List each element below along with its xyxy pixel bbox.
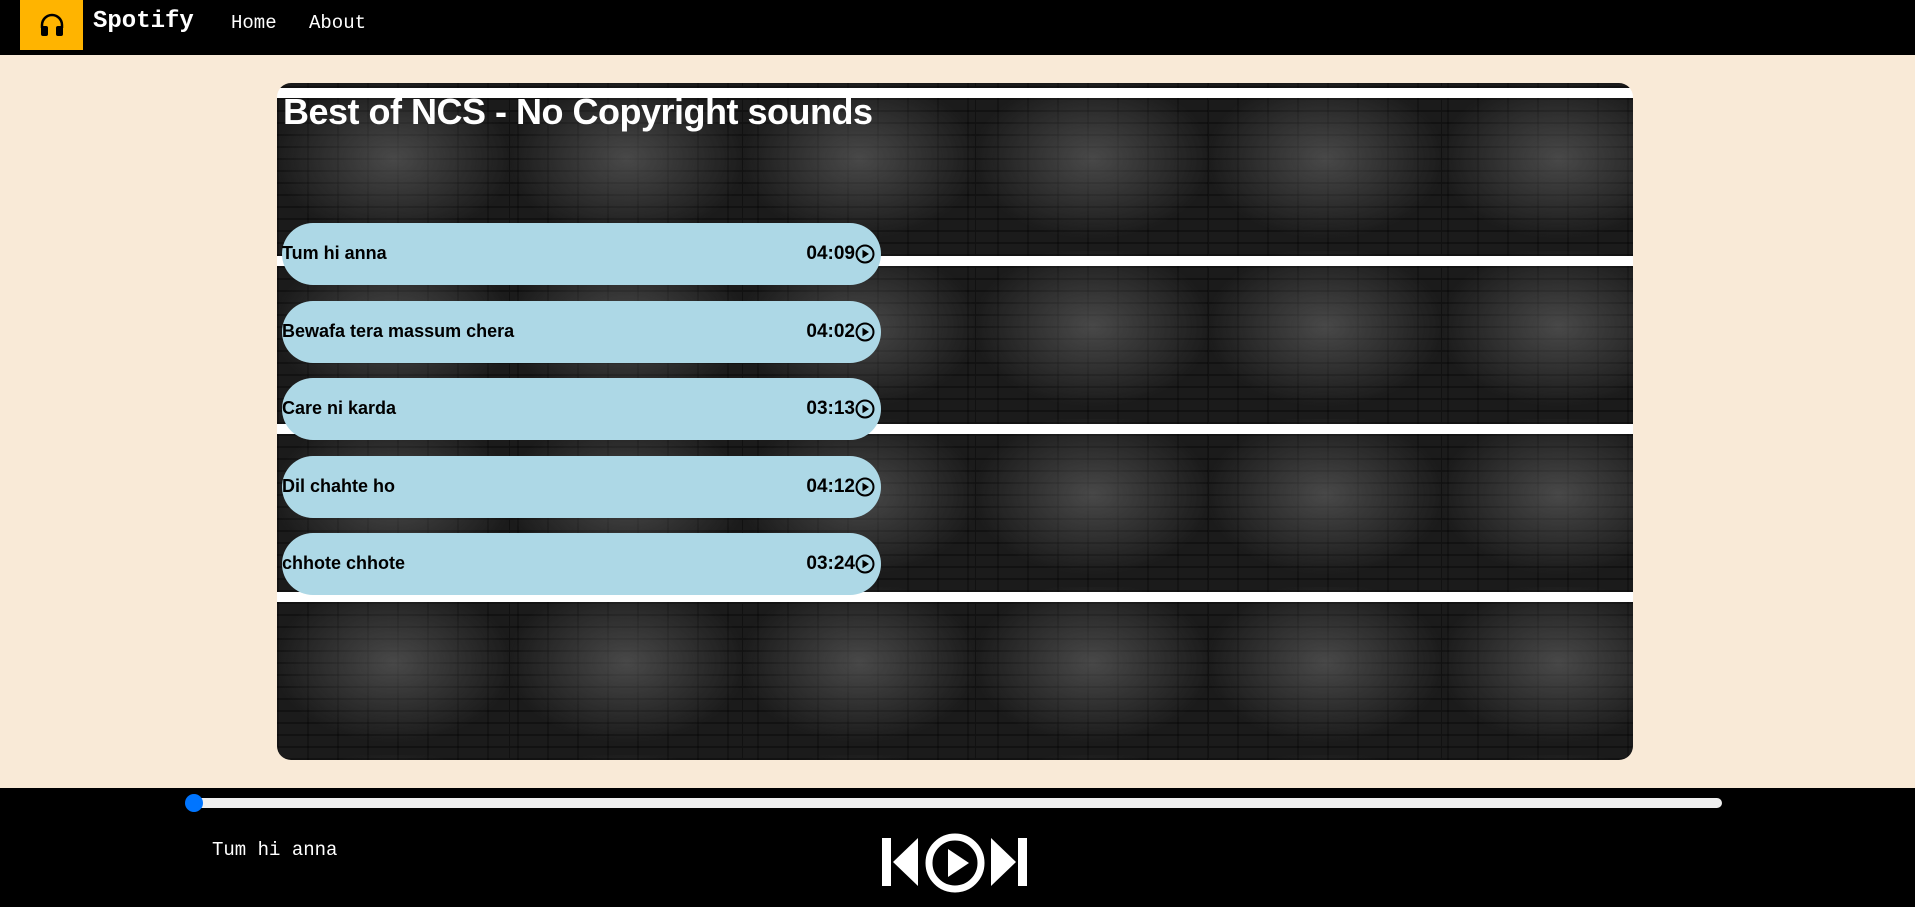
- brand-name[interactable]: Spotify: [93, 8, 194, 35]
- song-duration: 03:24: [806, 553, 855, 574]
- next-icon[interactable]: [989, 836, 1029, 888]
- play-circle-icon[interactable]: [855, 244, 875, 264]
- play-circle-icon[interactable]: [855, 399, 875, 419]
- song-duration: 04:12: [806, 476, 855, 497]
- playlist-container: Best of NCS - No Copyright sounds Tum hi…: [277, 83, 1633, 760]
- song-name: Care ni karda: [282, 398, 397, 418]
- nav-home-link[interactable]: Home: [231, 12, 277, 34]
- play-circle-icon[interactable]: [855, 477, 875, 497]
- player-controls: [880, 832, 1030, 896]
- play-icon[interactable]: [924, 832, 986, 894]
- progress-thumb[interactable]: [185, 794, 203, 812]
- play-circle-icon[interactable]: [855, 322, 875, 342]
- playlist-title: Best of NCS - No Copyright sounds: [283, 91, 873, 132]
- song-name: Bewafa tera massum chera: [282, 321, 515, 341]
- song-item[interactable]: Dil chahte ho 04:12: [282, 456, 881, 518]
- song-item[interactable]: Tum hi anna 04:09: [282, 223, 881, 285]
- song-name: Dil chahte ho: [282, 476, 396, 496]
- song-duration: 04:09: [806, 243, 855, 264]
- headphones-icon: [40, 13, 63, 36]
- song-item[interactable]: Care ni karda 03:13: [282, 378, 881, 440]
- now-playing-title: Tum hi anna: [212, 839, 338, 861]
- song-name: chhote chhote: [282, 553, 406, 573]
- logo[interactable]: [20, 0, 83, 50]
- play-circle-icon[interactable]: [855, 554, 875, 574]
- player-bar: Tum hi anna: [0, 788, 1915, 907]
- previous-icon[interactable]: [880, 836, 920, 888]
- progress-bar[interactable]: [185, 794, 1722, 812]
- song-duration: 04:02: [806, 321, 855, 342]
- song-item[interactable]: chhote chhote 03:24: [282, 533, 881, 595]
- song-duration: 03:13: [806, 398, 855, 419]
- song-item[interactable]: Bewafa tera massum chera 04:02: [282, 301, 881, 363]
- navbar: Spotify Home About: [0, 0, 1915, 55]
- nav-about-link[interactable]: About: [309, 12, 366, 34]
- song-name: Tum hi anna: [282, 243, 387, 263]
